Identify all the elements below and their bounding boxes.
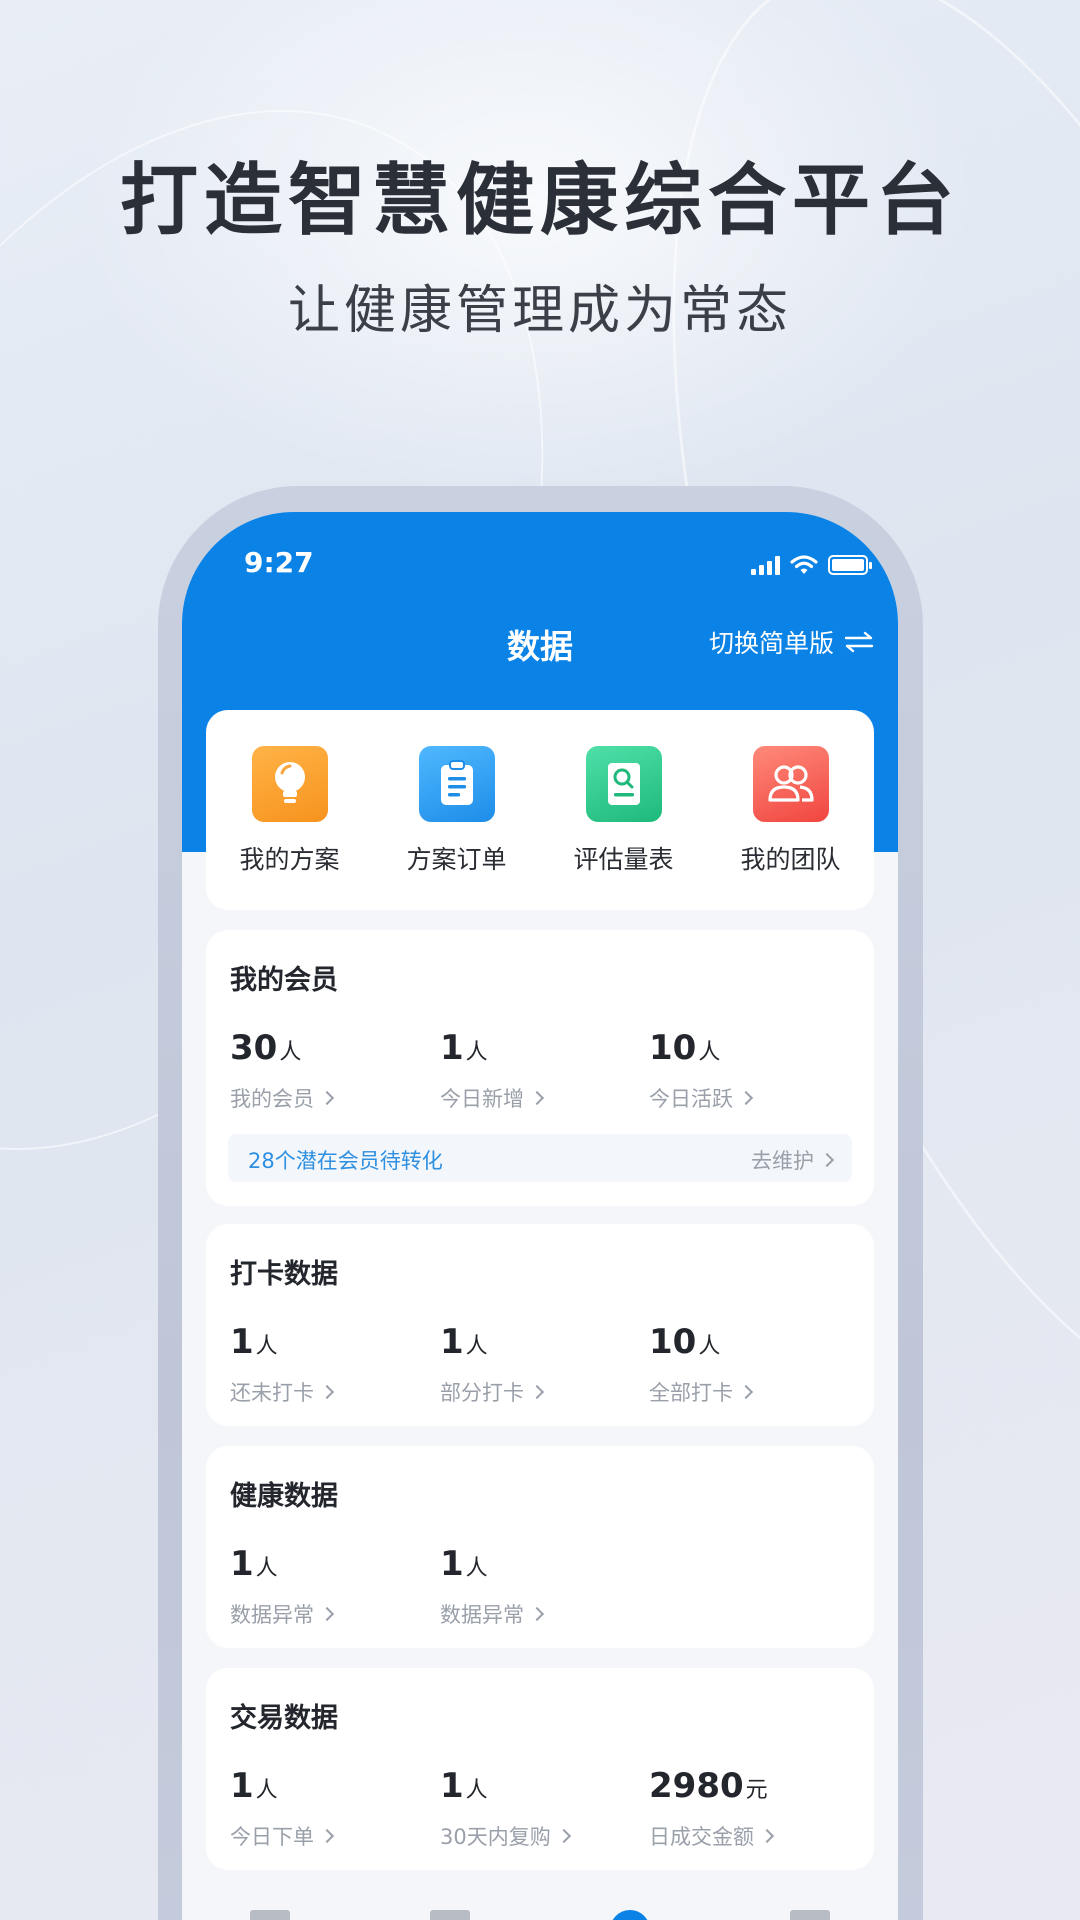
checkin-card: 打卡数据 1人 还未打卡 1人 部分打卡 10人 全部打卡: [206, 1224, 874, 1426]
lightbulb-icon: [251, 746, 328, 822]
quick-action-my-team[interactable]: 我的团队: [716, 746, 866, 876]
card-title: 打卡数据: [230, 1259, 338, 1290]
stat-my-members[interactable]: 30人 我的会员: [230, 1028, 430, 1113]
stat-value: 2980元: [649, 1766, 768, 1806]
stat-not-checked-in[interactable]: 1人 还未打卡: [230, 1322, 430, 1407]
stat-value: 30人: [230, 1028, 302, 1068]
trade-card: 交易数据 1人 今日下单 1人 30天内复购 2980元 日成交金额: [206, 1668, 874, 1870]
chevron-right-icon: [759, 1828, 775, 1844]
stat-active-today[interactable]: 10人 今日活跃: [649, 1028, 849, 1113]
stat-value: 1人: [230, 1766, 278, 1806]
chevron-right-icon: [319, 1828, 335, 1844]
stat-value: 1人: [440, 1322, 488, 1362]
stat-label: 部分打卡: [440, 1377, 640, 1407]
chevron-right-icon: [819, 1152, 835, 1168]
stat-value: 1人: [440, 1544, 488, 1584]
chevron-right-icon: [319, 1090, 335, 1106]
stat-value: 1人: [230, 1322, 278, 1362]
tab-profile-icon[interactable]: [790, 1910, 830, 1920]
stat-data-abnormal[interactable]: 1人 数据异常: [230, 1544, 430, 1629]
members-card: 我的会员 30人 我的会员 1人 今日新增 10人 今日活跃 28个潜在会员待转…: [206, 930, 874, 1206]
stat-label: 日成交金额: [649, 1821, 849, 1851]
clipboard-icon: [418, 746, 495, 822]
status-time: 9:27: [244, 546, 314, 579]
health-card: 健康数据 1人 数据异常 1人 数据异常: [206, 1446, 874, 1648]
stat-full-checkin[interactable]: 10人 全部打卡: [649, 1322, 849, 1407]
quick-action-my-plan[interactable]: 我的方案: [215, 746, 365, 876]
stat-label: 30天内复购: [440, 1821, 640, 1851]
stat-daily-revenue[interactable]: 2980元 日成交金额: [649, 1766, 849, 1851]
chevron-right-icon: [529, 1090, 545, 1106]
stat-partial-checkin[interactable]: 1人 部分打卡: [440, 1322, 640, 1407]
stat-repurchase-30-days[interactable]: 1人 30天内复购: [440, 1766, 640, 1851]
chevron-right-icon: [319, 1384, 335, 1400]
stat-label: 数据异常: [230, 1599, 430, 1629]
swap-arrows-icon: [844, 631, 874, 653]
stat-value: 10人: [649, 1028, 721, 1068]
team-icon: [752, 746, 829, 822]
potential-members-banner[interactable]: 28个潜在会员待转化 去维护: [228, 1134, 852, 1182]
chevron-right-icon: [738, 1090, 754, 1106]
stat-label: 今日下单: [230, 1821, 430, 1851]
quick-action-label: 我的方案: [239, 845, 340, 874]
stat-label: 今日活跃: [649, 1083, 849, 1113]
quick-action-plan-orders[interactable]: 方案订单: [382, 746, 532, 876]
stat-label: 今日新增: [440, 1083, 640, 1113]
quick-actions-card: 我的方案 方案订单 评估量表 我的团队: [206, 710, 874, 910]
chevron-right-icon: [556, 1828, 571, 1844]
status-bar: 9:27: [182, 542, 898, 592]
tab-data-icon[interactable]: [610, 1910, 650, 1920]
stat-label: 还未打卡: [230, 1377, 430, 1407]
quick-action-label: 评估量表: [573, 845, 674, 874]
chevron-right-icon: [529, 1384, 545, 1400]
quick-action-assessment-scale[interactable]: 评估量表: [549, 746, 699, 876]
stat-data-abnormal[interactable]: 1人 数据异常: [440, 1544, 640, 1629]
assessment-doc-icon: [585, 746, 662, 822]
stat-value: 1人: [440, 1766, 488, 1806]
stat-label: 我的会员: [230, 1083, 430, 1113]
switch-label: 切换简单版: [708, 629, 834, 658]
potential-members-text: 28个潜在会员待转化: [248, 1149, 443, 1173]
stat-value: 1人: [440, 1028, 488, 1068]
tab-workbench-icon[interactable]: [430, 1910, 470, 1920]
stat-value: 10人: [649, 1322, 721, 1362]
stat-new-today[interactable]: 1人 今日新增: [440, 1028, 640, 1113]
maintain-link[interactable]: 去维护: [751, 1145, 835, 1175]
promo-subline: 让健康管理成为常态: [287, 281, 792, 341]
stat-label: 数据异常: [440, 1599, 640, 1629]
quick-action-label: 我的团队: [740, 845, 841, 874]
phone-screen: 9:27 数据 切换简单版 我的方案 方案订单 评估量表 我的团队 我的会员 3…: [182, 512, 898, 1920]
chevron-right-icon: [319, 1606, 335, 1622]
promo-headline: 打造智慧健康综合平台: [119, 156, 960, 246]
bottom-tab-bar: [182, 1900, 898, 1920]
tab-home-icon[interactable]: [250, 1910, 290, 1920]
card-title: 我的会员: [230, 965, 338, 996]
switch-simple-version-button[interactable]: 切换简单版: [709, 624, 874, 660]
stat-orders-today[interactable]: 1人 今日下单: [230, 1766, 430, 1851]
cellular-signal-icon: [751, 555, 780, 575]
quick-action-label: 方案订单: [406, 845, 507, 874]
battery-icon: [828, 555, 872, 575]
wifi-icon: [790, 555, 818, 574]
stat-label: 全部打卡: [649, 1377, 849, 1407]
card-title: 交易数据: [230, 1703, 338, 1734]
chevron-right-icon: [738, 1384, 754, 1400]
card-title: 健康数据: [230, 1481, 338, 1512]
chevron-right-icon: [529, 1606, 545, 1622]
stat-value: 1人: [230, 1544, 278, 1584]
